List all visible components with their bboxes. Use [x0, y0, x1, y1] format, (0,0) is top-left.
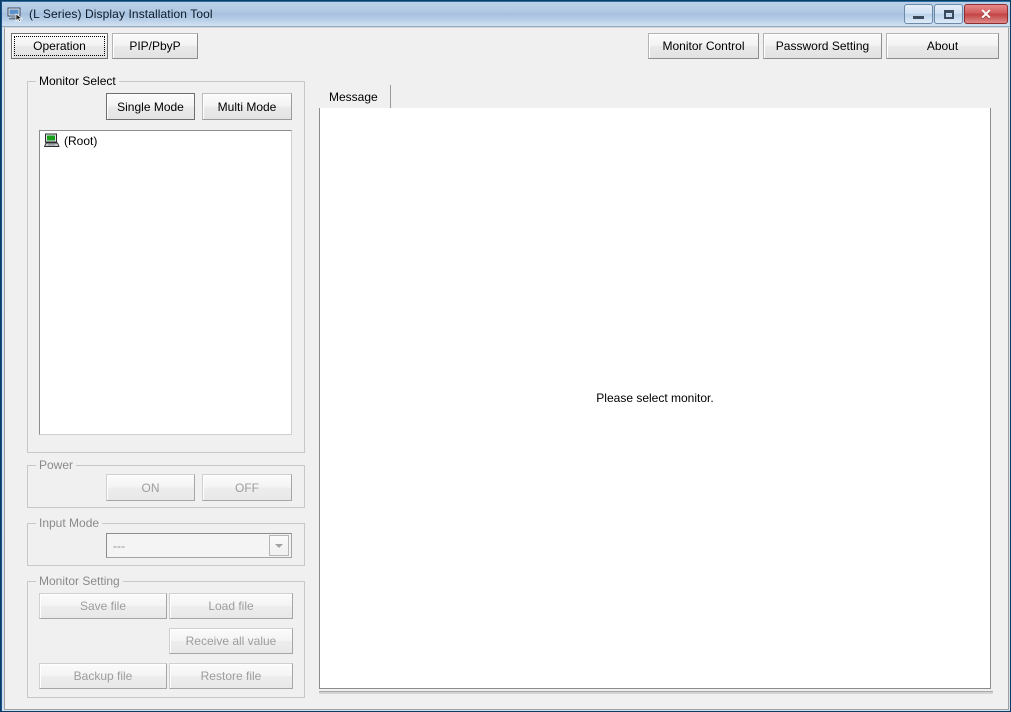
- message-text: Please select monitor.: [596, 391, 714, 405]
- input-mode-title: Input Mode: [36, 516, 103, 530]
- tab-pip-pbyp-label: PIP/PbyP: [129, 39, 181, 53]
- password-setting-label: Password Setting: [775, 39, 870, 53]
- multi-mode-label: Multi Mode: [217, 99, 277, 114]
- maximize-icon: [943, 9, 954, 19]
- power-off-label: OFF: [235, 480, 259, 495]
- chevron-down-glyph: [275, 543, 283, 548]
- title-bar[interactable]: (L Series) Display Installation Tool ✕: [2, 2, 1010, 27]
- maximize-button[interactable]: [934, 4, 963, 24]
- monitor-select-title: Monitor Select: [36, 74, 119, 88]
- chevron-down-icon[interactable]: [269, 535, 289, 556]
- input-mode-group: Input Mode ---: [27, 516, 305, 566]
- tab-strip: Message: [319, 85, 991, 109]
- monitor-setting-group: Monitor Setting Save file Load file Rece…: [27, 574, 305, 698]
- about-label: About: [926, 39, 959, 53]
- power-on-label: ON: [141, 480, 160, 495]
- close-button[interactable]: ✕: [964, 4, 1008, 24]
- load-file-label: Load file: [208, 599, 254, 613]
- save-file-label: Save file: [79, 599, 127, 613]
- tab-operation-label: Operation: [33, 39, 86, 53]
- power-group: Power ON OFF: [27, 458, 305, 508]
- restore-file-button[interactable]: Restore file: [169, 663, 293, 689]
- tab-operation[interactable]: Operation: [11, 33, 108, 59]
- right-panel: Message Please select monitor.: [319, 85, 991, 689]
- window-controls: ✕: [904, 4, 1008, 24]
- multi-mode-button[interactable]: Multi Mode: [202, 93, 292, 120]
- display-tool-icon: [7, 6, 23, 23]
- tab-message-label: Message: [329, 89, 378, 104]
- tab-message[interactable]: Message: [319, 85, 391, 108]
- left-column: Monitor Select Single Mode Multi Mode (R…: [27, 74, 305, 698]
- power-on-button[interactable]: ON: [106, 474, 195, 501]
- monitor-tree-view[interactable]: (Root): [39, 130, 292, 435]
- save-file-button[interactable]: Save file: [39, 593, 167, 619]
- monitor-select-group: Monitor Select Single Mode Multi Mode (R…: [27, 74, 305, 453]
- power-off-button[interactable]: OFF: [202, 474, 292, 501]
- monitor-control-label: Monitor Control: [662, 39, 745, 53]
- panel-bottom-divider: [319, 691, 993, 694]
- about-button[interactable]: About: [886, 33, 999, 59]
- password-setting-button[interactable]: Password Setting: [763, 33, 882, 59]
- minimize-button[interactable]: [904, 4, 933, 24]
- backup-file-label: Backup file: [73, 669, 133, 683]
- computer-icon: [43, 133, 60, 148]
- restore-file-label: Restore file: [200, 669, 262, 683]
- receive-all-value-button[interactable]: Receive all value: [169, 628, 293, 654]
- window-title: (L Series) Display Installation Tool: [29, 7, 213, 21]
- backup-file-button[interactable]: Backup file: [39, 663, 167, 689]
- application-window: (L Series) Display Installation Tool ✕ O…: [0, 0, 1011, 712]
- tree-item-root-label: (Root): [64, 133, 98, 148]
- monitor-setting-title: Monitor Setting: [36, 574, 123, 588]
- toolbar: Operation PIP/PbyP Monitor Control Passw…: [6, 31, 1007, 61]
- message-panel: Please select monitor.: [319, 108, 991, 689]
- tree-item-root[interactable]: (Root): [40, 131, 291, 150]
- input-mode-select[interactable]: ---: [106, 533, 292, 558]
- receive-all-value-label: Receive all value: [185, 634, 277, 648]
- single-mode-label: Single Mode: [117, 99, 184, 114]
- minimize-icon: [913, 15, 924, 19]
- single-mode-button[interactable]: Single Mode: [106, 93, 195, 120]
- input-mode-value: ---: [113, 538, 125, 553]
- tab-pip-pbyp[interactable]: PIP/PbyP: [112, 33, 198, 59]
- close-icon: ✕: [980, 6, 992, 22]
- load-file-button[interactable]: Load file: [169, 593, 293, 619]
- monitor-control-button[interactable]: Monitor Control: [648, 33, 759, 59]
- power-title: Power: [36, 458, 77, 472]
